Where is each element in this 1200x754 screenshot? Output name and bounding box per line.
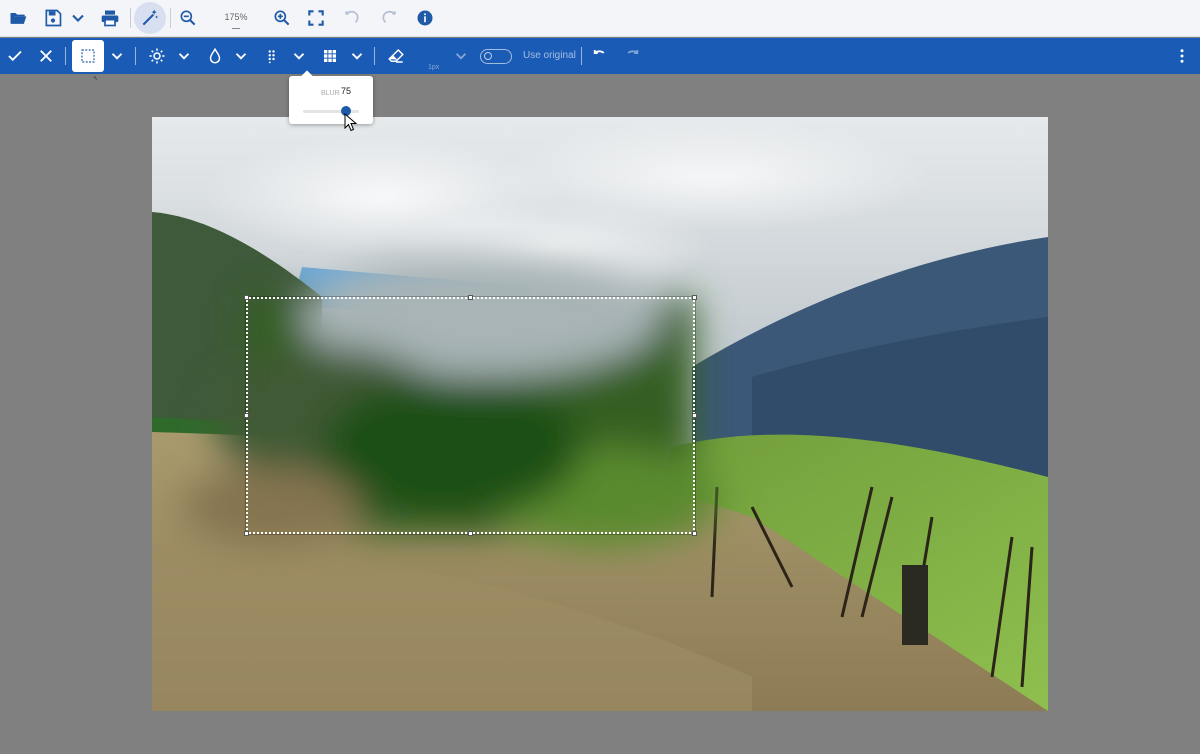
pattern-options-chevron-down-icon[interactable] xyxy=(288,42,310,70)
resize-handle-top-right[interactable] xyxy=(692,295,697,300)
save-icon[interactable] xyxy=(39,4,67,32)
close-icon[interactable] xyxy=(35,42,57,70)
zoom-out-icon[interactable] xyxy=(174,4,202,32)
more-vert-icon[interactable] xyxy=(1172,42,1192,70)
mouse-pointer-icon xyxy=(344,113,358,132)
zoom-level[interactable]: 175% xyxy=(218,12,254,22)
dots-pattern-icon[interactable] xyxy=(260,42,284,70)
blur-popup: BLUR 75 xyxy=(289,70,373,124)
toolbar-divider xyxy=(170,8,171,28)
use-original-label: Use original xyxy=(523,50,576,61)
grid-icon[interactable] xyxy=(318,42,342,70)
brush-size-chevron-down-icon[interactable] xyxy=(450,42,472,70)
brightness-icon[interactable] xyxy=(145,42,169,70)
toggle-knob xyxy=(484,52,492,60)
resize-handle-top-left[interactable] xyxy=(244,295,249,300)
eraser-icon[interactable] xyxy=(383,42,409,70)
redo-icon[interactable] xyxy=(375,4,403,32)
resize-handle-right[interactable] xyxy=(692,413,697,418)
rect-select-icon[interactable] xyxy=(72,40,104,72)
blur-value: 75 xyxy=(341,86,352,96)
toolbar-divider xyxy=(135,47,136,65)
blur-label: BLUR xyxy=(321,90,340,97)
zoom-level-underline xyxy=(232,28,240,29)
redo-icon[interactable] xyxy=(621,42,643,70)
magic-wand-icon[interactable] xyxy=(134,2,166,34)
edit-toolbar: 1px Use original xyxy=(0,38,1200,74)
use-original-toggle[interactable] xyxy=(480,49,512,64)
check-icon[interactable] xyxy=(4,42,26,70)
toolbar-divider xyxy=(65,47,66,65)
drop-icon[interactable] xyxy=(203,42,227,70)
brightness-options-chevron-down-icon[interactable] xyxy=(173,42,195,70)
folder-open-icon[interactable] xyxy=(4,4,32,32)
resize-handle-bottom-right[interactable] xyxy=(692,531,697,536)
grid-options-chevron-down-icon[interactable] xyxy=(346,42,368,70)
toolbar-divider xyxy=(581,47,582,65)
color-options-chevron-down-icon[interactable] xyxy=(230,42,252,70)
toolbar-divider xyxy=(130,8,131,28)
brush-size-label: 1px xyxy=(428,64,440,71)
undo-icon[interactable] xyxy=(338,4,366,32)
resize-handle-bottom[interactable] xyxy=(468,531,473,536)
resize-handle-bottom-left[interactable] xyxy=(244,531,249,536)
undo-icon[interactable] xyxy=(589,42,611,70)
toolbar-divider xyxy=(374,47,375,65)
tool-indicator-mark: ↖ xyxy=(93,76,99,82)
fit-screen-icon[interactable] xyxy=(302,4,330,32)
print-icon[interactable] xyxy=(96,4,124,32)
select-options-chevron-down-icon[interactable] xyxy=(106,42,128,70)
blur-selection-region[interactable] xyxy=(244,295,697,536)
zoom-in-icon[interactable] xyxy=(268,4,296,32)
resize-handle-left[interactable] xyxy=(244,413,249,418)
info-icon[interactable] xyxy=(411,4,439,32)
save-options-chevron-down-icon[interactable] xyxy=(66,4,90,32)
top-toolbar: 175% xyxy=(0,0,1200,37)
resize-handle-top[interactable] xyxy=(468,295,473,300)
